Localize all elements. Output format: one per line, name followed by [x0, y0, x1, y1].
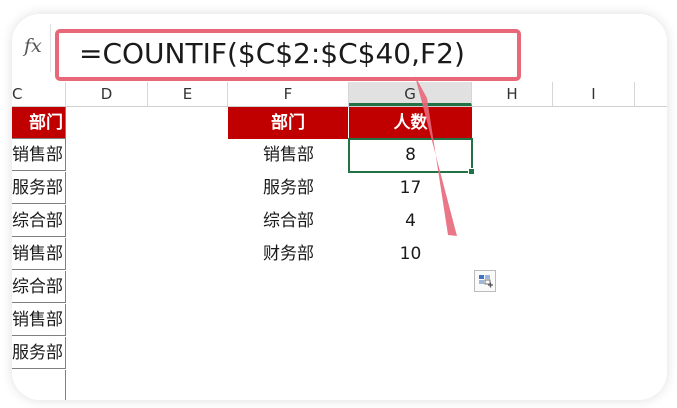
callout-arrow	[415, 76, 457, 236]
spreadsheet-window: fx =COUNTIF($C$2:$C$40,F2) C D E F G H I…	[12, 14, 667, 400]
